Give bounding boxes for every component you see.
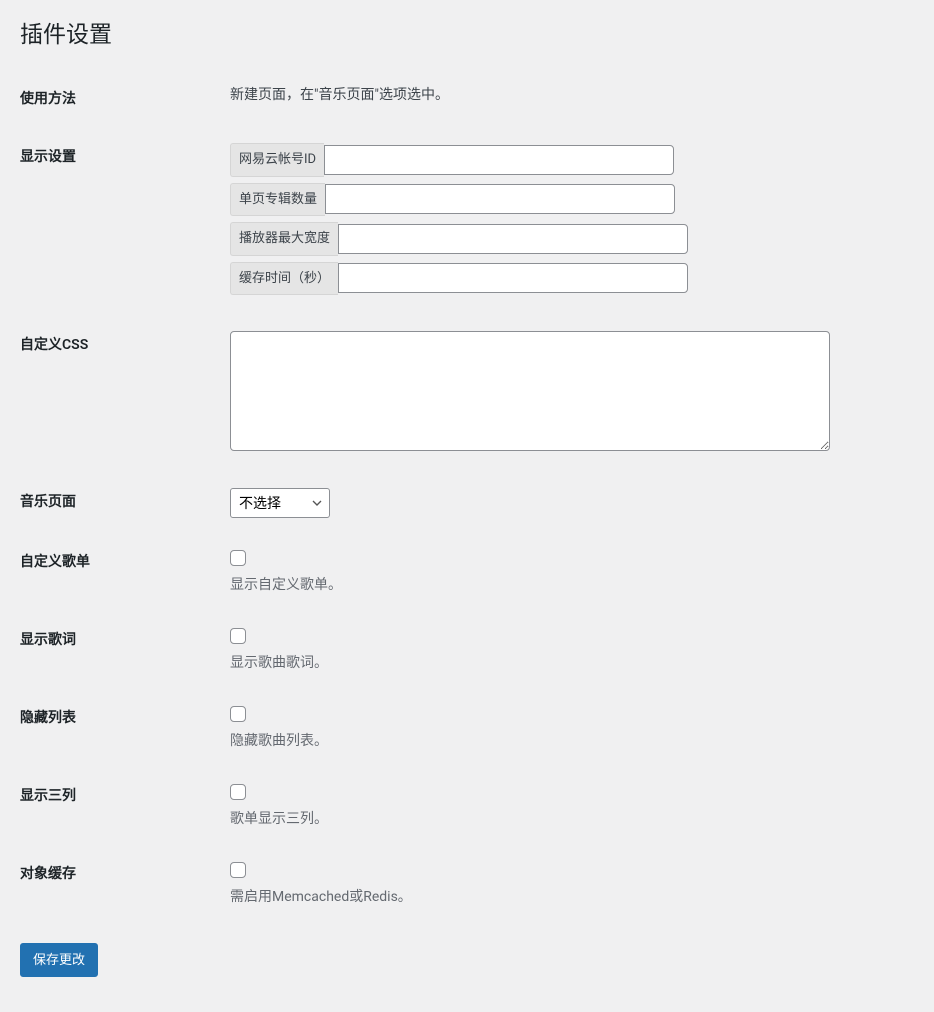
custom-playlist-label: 自定义歌单: [20, 533, 220, 611]
max-width-input[interactable]: [338, 224, 688, 254]
three-columns-checkbox[interactable]: [230, 784, 246, 800]
page-title: 插件设置: [20, 0, 914, 60]
max-width-group: 播放器最大宽度: [230, 222, 904, 256]
submit-row: 保存更改: [20, 928, 914, 992]
object-cache-checkbox[interactable]: [230, 862, 246, 878]
album-count-label: 单页专辑数量: [230, 183, 325, 217]
custom-playlist-description: 显示自定义歌单。: [230, 575, 904, 596]
show-lyrics-checkbox[interactable]: [230, 628, 246, 644]
hide-list-label: 隐藏列表: [20, 689, 220, 767]
cache-time-label: 缓存时间（秒）: [230, 262, 338, 296]
usage-text: 新建页面，在"音乐页面"选项选中。: [220, 70, 914, 128]
cache-time-group: 缓存时间（秒）: [230, 262, 904, 296]
cache-time-input[interactable]: [338, 263, 688, 293]
show-lyrics-description: 显示歌曲歌词。: [230, 653, 904, 674]
hide-list-description: 隐藏歌曲列表。: [230, 731, 904, 752]
three-columns-description: 歌单显示三列。: [230, 809, 904, 830]
hide-list-checkbox[interactable]: [230, 706, 246, 722]
album-count-input[interactable]: [325, 184, 675, 214]
custom-css-textarea[interactable]: [230, 331, 830, 451]
netease-id-group: 网易云帐号ID: [230, 143, 904, 177]
music-page-select[interactable]: 不选择: [230, 488, 330, 518]
custom-playlist-checkbox[interactable]: [230, 550, 246, 566]
netease-id-label: 网易云帐号ID: [230, 143, 324, 177]
music-page-label: 音乐页面: [20, 473, 220, 533]
album-count-group: 单页专辑数量: [230, 183, 904, 217]
usage-label: 使用方法: [20, 70, 220, 128]
custom-css-label: 自定义CSS: [20, 316, 220, 473]
three-columns-label: 显示三列: [20, 767, 220, 845]
save-button[interactable]: 保存更改: [20, 943, 98, 977]
show-lyrics-label: 显示歌词: [20, 611, 220, 689]
object-cache-label: 对象缓存: [20, 845, 220, 923]
max-width-label: 播放器最大宽度: [230, 222, 338, 256]
display-settings-label: 显示设置: [20, 128, 220, 316]
object-cache-description: 需启用Memcached或Redis。: [230, 887, 904, 908]
settings-table: 使用方法 新建页面，在"音乐页面"选项选中。 显示设置 网易云帐号ID 单页专辑…: [20, 70, 914, 923]
netease-id-input[interactable]: [324, 145, 674, 175]
